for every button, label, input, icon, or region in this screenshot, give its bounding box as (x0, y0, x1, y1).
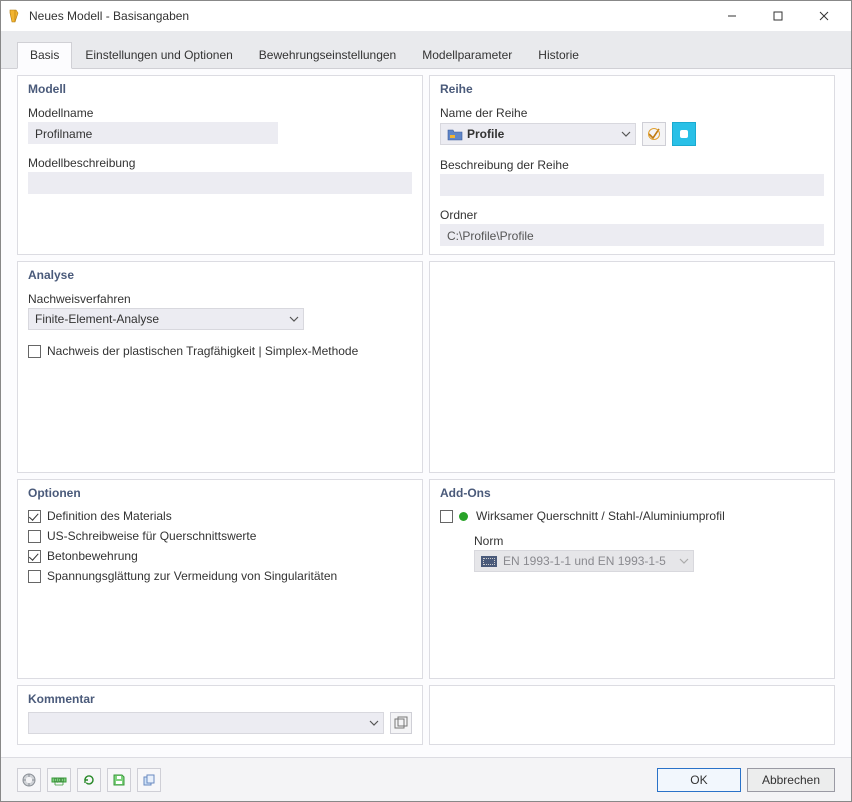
checkbox-betonbewehrung[interactable] (28, 550, 41, 563)
reihe-action-button-1[interactable] (642, 122, 666, 146)
label-modellbeschreibung: Modellbeschreibung (28, 156, 412, 170)
panel-title-kommentar: Kommentar (28, 692, 412, 706)
tab-bewehrung[interactable]: Bewehrungseinstellungen (246, 42, 409, 68)
panel-title-reihe: Reihe (440, 82, 824, 96)
panel-title-analyse: Analyse (28, 268, 412, 282)
content-area: Modell Modellname Profilname Modellbesch… (1, 69, 851, 757)
label-modellname: Modellname (28, 106, 412, 120)
chevron-down-icon (621, 129, 631, 139)
svg-text:0,00: 0,00 (54, 778, 64, 784)
title-bar: Neues Modell - Basisangaben (1, 1, 851, 31)
status-dot-icon (459, 512, 468, 521)
label-plastische-tragfaehigkeit: Nachweis der plastischen Tragfähigkeit |… (47, 344, 358, 358)
label-reihe-name: Name der Reihe (440, 106, 824, 120)
chevron-down-icon (289, 314, 299, 324)
app-icon (7, 8, 23, 24)
footer-tool-refresh[interactable] (77, 768, 101, 792)
combo-nachweisverfahren-value: Finite-Element-Analyse (35, 312, 159, 326)
panel-kommentar: Kommentar (17, 685, 423, 745)
label-norm: Norm (474, 534, 824, 548)
footer-tool-save[interactable] (107, 768, 131, 792)
panel-title-optionen: Optionen (28, 486, 412, 500)
combo-reihe-name[interactable]: Profile (440, 123, 636, 145)
input-modellname[interactable]: Profilname (28, 122, 278, 144)
cancel-button[interactable]: Abbrechen (747, 768, 835, 792)
checkbox-definition-material[interactable] (28, 510, 41, 523)
minimize-button[interactable] (709, 1, 755, 31)
footer-bar: 0,00 OK Abbrechen (1, 757, 851, 801)
label-nachweisverfahren: Nachweisverfahren (28, 292, 412, 306)
checkbox-us-schreibweise[interactable] (28, 530, 41, 543)
tab-modellparameter[interactable]: Modellparameter (409, 42, 525, 68)
panel-modell: Modell Modellname Profilname Modellbesch… (17, 75, 423, 255)
label-reihe-beschreibung: Beschreibung der Reihe (440, 158, 824, 172)
label-definition-material: Definition des Materials (47, 509, 172, 523)
checkbox-spannungsglaettung[interactable] (28, 570, 41, 583)
combo-kommentar[interactable] (28, 712, 384, 734)
checkbox-plastische-tragfaehigkeit[interactable] (28, 345, 41, 358)
combo-nachweisverfahren[interactable]: Finite-Element-Analyse (28, 308, 304, 330)
panel-empty-right (429, 261, 835, 473)
panel-title-modell: Modell (28, 82, 412, 96)
panel-analyse: Analyse Nachweisverfahren Finite-Element… (17, 261, 423, 473)
panel-empty-bottom-right (429, 685, 835, 745)
tab-basis[interactable]: Basis (17, 42, 72, 69)
tab-einstellungen[interactable]: Einstellungen und Optionen (72, 42, 245, 68)
panel-title-addons: Add-Ons (440, 486, 824, 500)
input-modellbeschreibung[interactable] (28, 172, 412, 194)
label-ordner: Ordner (440, 208, 824, 222)
maximize-button[interactable] (755, 1, 801, 31)
window-title: Neues Modell - Basisangaben (29, 9, 709, 23)
panel-addons: Add-Ons Wirksamer Querschnitt / Stahl-/A… (429, 479, 835, 679)
combo-norm-value: EN 1993-1-1 und EN 1993-1-5 (503, 554, 666, 568)
tab-strip: Basis Einstellungen und Optionen Bewehru… (1, 31, 851, 69)
combo-reihe-value: Profile (467, 127, 504, 141)
label-spannungsglaettung: Spannungsglättung zur Vermeidung von Sin… (47, 569, 337, 583)
footer-tool-units[interactable]: 0,00 (47, 768, 71, 792)
label-betonbewehrung: Betonbewehrung (47, 549, 138, 563)
label-wirksamer-querschnitt: Wirksamer Querschnitt / Stahl-/Aluminium… (476, 509, 725, 523)
label-us-schreibweise: US-Schreibweise für Querschnittswerte (47, 529, 256, 543)
folder-icon (447, 127, 463, 141)
input-reihe-beschreibung[interactable] (440, 174, 824, 196)
tab-historie[interactable]: Historie (525, 42, 592, 68)
chevron-down-icon (369, 718, 379, 728)
footer-tool-copy[interactable] (137, 768, 161, 792)
ok-button[interactable]: OK (657, 768, 741, 792)
input-ordner: C:\Profile\Profile (440, 224, 824, 246)
kommentar-extra-button[interactable] (390, 712, 412, 734)
eu-flag-icon (481, 556, 497, 567)
combo-norm-disabled: EN 1993-1-1 und EN 1993-1-5 (474, 550, 694, 572)
panel-optionen: Optionen Definition des Materials US-Sch… (17, 479, 423, 679)
close-button[interactable] (801, 1, 847, 31)
panel-reihe: Reihe Name der Reihe Profile Beschreibun… (429, 75, 835, 255)
footer-tool-help[interactable] (17, 768, 41, 792)
reihe-action-button-2[interactable] (672, 122, 696, 146)
chevron-down-icon (679, 556, 689, 566)
checkbox-wirksamer-querschnitt[interactable] (440, 510, 453, 523)
